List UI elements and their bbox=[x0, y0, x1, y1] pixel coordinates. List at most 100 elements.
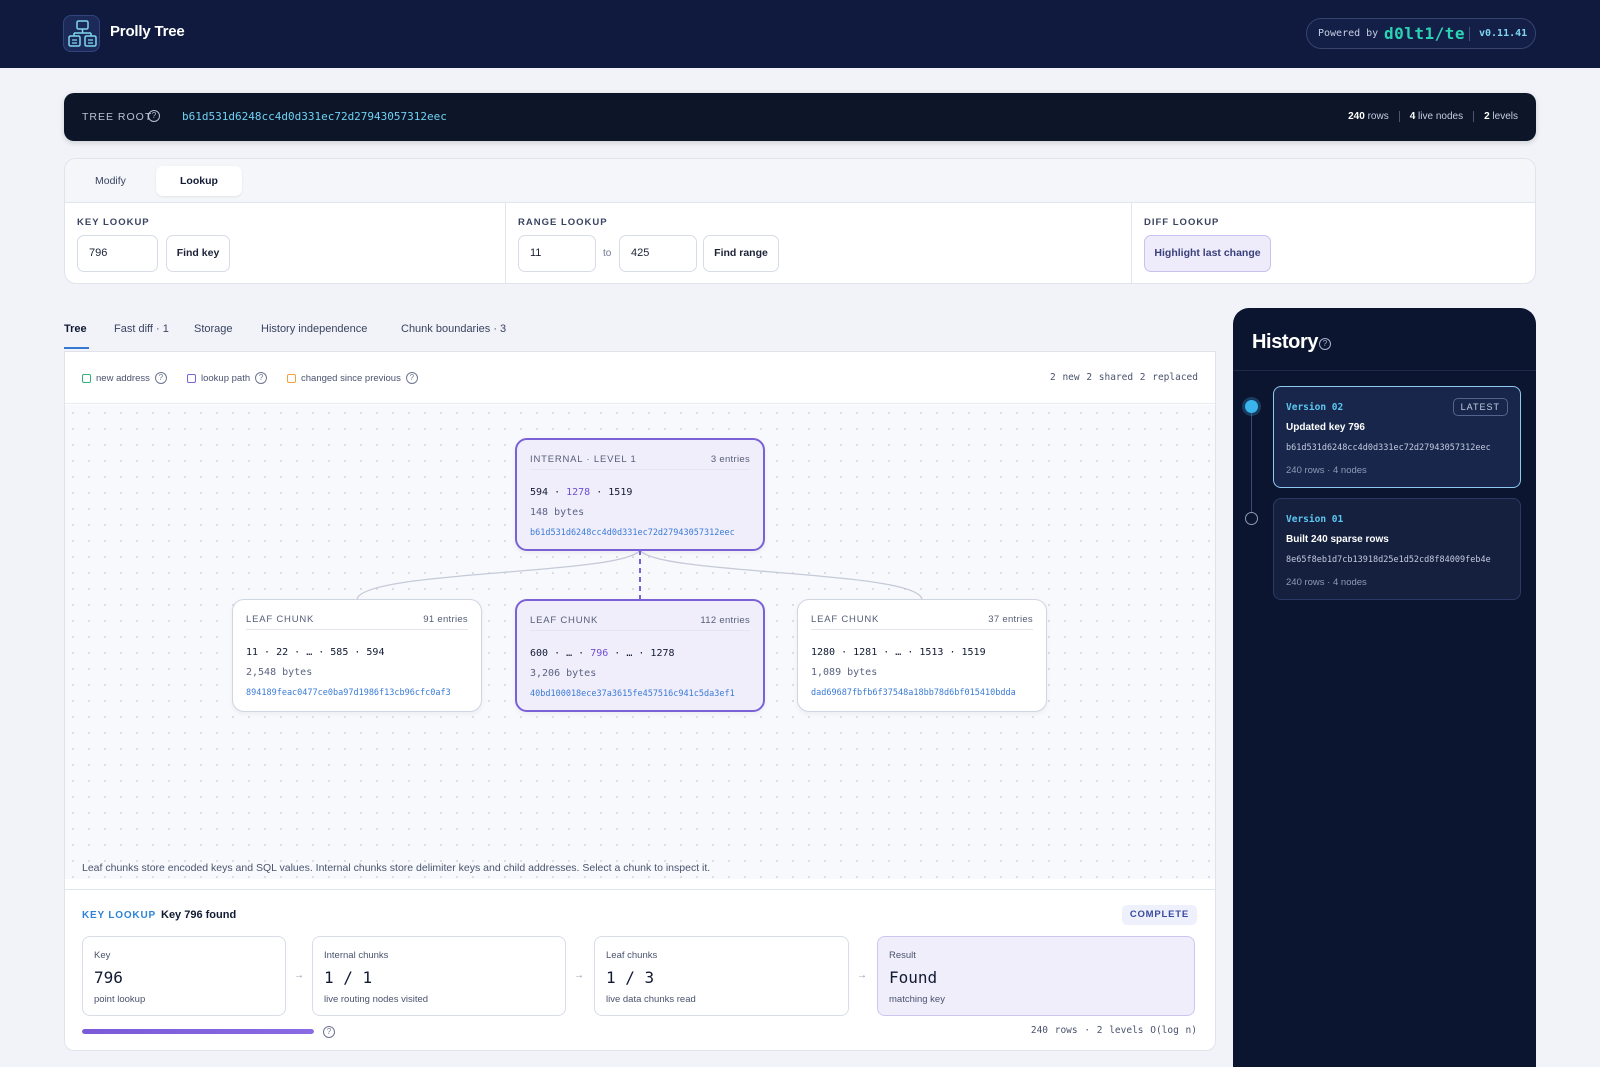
lookup-result-panel: KEY LOOKUP Key 796 found COMPLETE Key 79… bbox=[65, 889, 1215, 1050]
legend-lookup-path: lookup path ? bbox=[187, 372, 268, 384]
node-header: INTERNAL · LEVEL 1 3 entries bbox=[530, 454, 750, 470]
lookup-path-swatch bbox=[187, 373, 196, 383]
changed-help-icon[interactable]: ? bbox=[405, 372, 418, 384]
version-card-01[interactable]: Version 01 Built 240 sparse rows 8e65f8e… bbox=[1273, 498, 1521, 600]
key-lookup-input[interactable]: 796 bbox=[77, 235, 158, 272]
stat-divider bbox=[1398, 111, 1400, 122]
node-keys: 11 · 22 · … · 585 · 594 bbox=[246, 647, 385, 658]
result-card-internal: Internal chunks 1 / 1 live routing nodes… bbox=[312, 936, 566, 1016]
find-range-button[interactable]: Find range bbox=[703, 235, 779, 272]
nodes-stat: 4 live nodes bbox=[1409, 111, 1464, 122]
range-lookup-label: RANGE LOOKUP bbox=[518, 217, 608, 228]
complexity-meta: 240 rows · 2 levels O(log n) bbox=[1030, 1025, 1197, 1036]
result-card-leaf: Leaf chunks 1 / 3 live data chunks read bbox=[594, 936, 849, 1016]
app-logo-icon bbox=[63, 15, 100, 52]
rows-stat: 240 rows bbox=[1348, 111, 1389, 122]
stat-divider bbox=[1473, 111, 1475, 122]
node-header: LEAF CHUNK 91 entries bbox=[246, 614, 468, 630]
node-keys: 600 · … · 796 · … · 1278 bbox=[530, 648, 675, 659]
status-badge: COMPLETE bbox=[1121, 905, 1197, 925]
arrow-icon: → bbox=[294, 970, 304, 981]
node-address: b61d531d6248cc4d0d331ec72d27943057312eec bbox=[530, 528, 735, 538]
changed-swatch bbox=[287, 373, 296, 383]
node-bytes: 3,206 bytes bbox=[530, 668, 597, 679]
legend-changed: changed since previous ? bbox=[287, 372, 418, 384]
diff-lookup-label: DIFF LOOKUP bbox=[1144, 217, 1220, 228]
arrow-icon: → bbox=[857, 970, 867, 981]
timeline-dot-active bbox=[1245, 400, 1258, 413]
leaf-node-2[interactable]: LEAF CHUNK 112 entries 600 · … · 796 · …… bbox=[515, 599, 765, 712]
new-address-swatch bbox=[82, 373, 91, 383]
node-keys: 594 · 1278 · 1519 bbox=[530, 487, 633, 498]
tree-root-hash: b61d531d6248cc4d0d331ec72d27943057312eec bbox=[182, 110, 447, 123]
latest-badge: LATEST bbox=[1452, 398, 1508, 416]
leaf-node-1[interactable]: LEAF CHUNK 91 entries 11 · 22 · … · 585 … bbox=[232, 599, 482, 712]
history-panel: History ? Version 02 LATEST Updated key … bbox=[1233, 308, 1536, 1067]
node-bytes: 1,089 bytes bbox=[811, 667, 878, 678]
active-tab-indicator bbox=[64, 347, 89, 349]
timeline-dot bbox=[1245, 512, 1258, 525]
leaf-node-3[interactable]: LEAF CHUNK 37 entries 1280 · 1281 · … · … bbox=[797, 599, 1047, 712]
tab-chunk-boundaries[interactable]: Chunk boundaries · 3 bbox=[401, 323, 506, 335]
node-address: 40bd100018ece37a3615fe457516c941c5da3ef1 bbox=[530, 689, 735, 699]
app-header: Prolly Tree Powered by d0lt1/te v0.11.41 bbox=[0, 0, 1600, 68]
progress-fill bbox=[82, 1029, 314, 1034]
arrow-icon: → bbox=[574, 970, 584, 981]
version-card-02[interactable]: Version 02 LATEST Updated key 796 b61d53… bbox=[1273, 386, 1521, 488]
key-lookup-label: KEY LOOKUP bbox=[77, 217, 150, 228]
highlight-last-change-button[interactable]: Highlight last change bbox=[1144, 235, 1271, 272]
legend-bar: new address ? lookup path ? changed sinc… bbox=[65, 352, 1215, 404]
operations-panel: Modify Lookup KEY LOOKUP 796 Find key RA… bbox=[64, 158, 1536, 284]
result-type-label: KEY LOOKUP bbox=[82, 910, 156, 921]
timeline-rail bbox=[1251, 406, 1252, 516]
lookup-path-help-icon[interactable]: ? bbox=[255, 372, 268, 384]
node-address: 894189feac0477ce0ba97d1986f13cb96cfc0af3 bbox=[246, 688, 451, 698]
change-counts: 2 new 2 shared 2 replaced bbox=[1050, 372, 1198, 383]
operation-tabs: Modify Lookup bbox=[65, 159, 1535, 203]
edge-left bbox=[356, 549, 641, 600]
new-address-help-icon[interactable]: ? bbox=[154, 372, 167, 384]
tab-history-independence[interactable]: History independence bbox=[261, 323, 367, 335]
range-to-input[interactable]: 425 bbox=[619, 235, 697, 272]
node-bytes: 2,548 bytes bbox=[246, 667, 313, 678]
brand-logo: d0lt1/te bbox=[1384, 24, 1466, 43]
range-to-label: to bbox=[603, 248, 612, 259]
range-lookup-section: RANGE LOOKUP 11 to 425 Find range bbox=[505, 203, 1131, 284]
node-bytes: 148 bytes bbox=[530, 507, 585, 518]
tab-tree[interactable]: Tree bbox=[64, 323, 87, 335]
node-header: LEAF CHUNK 112 entries bbox=[530, 615, 750, 631]
powered-by-label: Powered by bbox=[1318, 28, 1379, 39]
levels-stat: 2 levels bbox=[1484, 111, 1518, 122]
node-keys: 1280 · 1281 · … · 1513 · 1519 bbox=[811, 647, 986, 658]
tree-root-bar: TREE ROOT ? b61d531d6248cc4d0d331ec72d27… bbox=[64, 93, 1536, 141]
history-title: History bbox=[1252, 331, 1319, 353]
edge-right bbox=[639, 549, 923, 600]
lookup-progress-bar bbox=[82, 1029, 314, 1034]
result-card-key: Key 796 point lookup bbox=[82, 936, 286, 1016]
app-title: Prolly Tree bbox=[110, 23, 185, 40]
tree-caption: Leaf chunks store encoded keys and SQL v… bbox=[82, 862, 711, 874]
tab-fast-diff[interactable]: Fast diff · 1 bbox=[114, 323, 169, 335]
diff-lookup-section: DIFF LOOKUP Highlight last change bbox=[1131, 203, 1535, 284]
tree-root-help-icon[interactable]: ? bbox=[148, 110, 160, 122]
range-from-input[interactable]: 11 bbox=[518, 235, 596, 272]
history-divider bbox=[1233, 370, 1536, 371]
result-card-result: Result Found matching key bbox=[877, 936, 1195, 1016]
node-header: LEAF CHUNK 37 entries bbox=[811, 614, 1033, 630]
badge-divider bbox=[1469, 27, 1470, 41]
legend-new-address: new address ? bbox=[82, 372, 167, 384]
powered-by-badge[interactable]: Powered by d0lt1/te v0.11.41 bbox=[1306, 18, 1536, 49]
internal-node[interactable]: INTERNAL · LEVEL 1 3 entries 594 · 1278 … bbox=[515, 438, 765, 551]
progress-help-icon[interactable]: ? bbox=[323, 1026, 335, 1038]
tree-root-stats: 240 rows 4 live nodes 2 levels bbox=[1348, 111, 1518, 122]
history-help-icon[interactable]: ? bbox=[1319, 338, 1331, 350]
tab-storage[interactable]: Storage bbox=[194, 323, 233, 335]
tree-canvas: INTERNAL · LEVEL 1 3 entries 594 · 1278 … bbox=[65, 405, 1215, 879]
find-key-button[interactable]: Find key bbox=[166, 235, 230, 272]
key-lookup-section: KEY LOOKUP 796 Find key bbox=[65, 203, 505, 284]
tab-lookup[interactable]: Lookup bbox=[156, 166, 242, 196]
node-address: dad69687fbfb6f37548a18bb78d6bf015410bdda bbox=[811, 688, 1016, 698]
tab-modify[interactable]: Modify bbox=[71, 166, 150, 196]
tree-root-label: TREE ROOT bbox=[82, 111, 153, 123]
tree-panel: new address ? lookup path ? changed sinc… bbox=[64, 351, 1216, 1051]
